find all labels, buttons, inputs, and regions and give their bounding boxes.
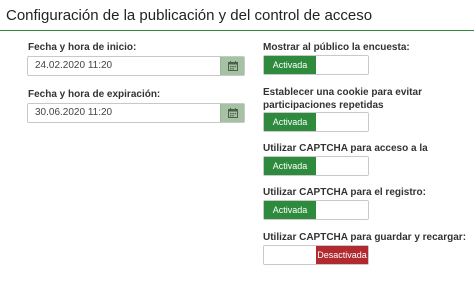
toggle-state[interactable]: Activada	[264, 113, 316, 131]
toggle-handle[interactable]	[316, 113, 368, 131]
captcha-save-label: Utilizar CAPTCHA para guardar y recargar…	[263, 232, 467, 243]
title-divider	[0, 30, 474, 31]
start-date-value[interactable]: 24.02.2020 11:20	[28, 57, 220, 75]
captcha-save-toggle[interactable]: Desactivada	[263, 245, 369, 265]
toggle-state[interactable]: Activada	[264, 157, 316, 175]
cookie-label: Establecer una cookie para evitar partic…	[263, 87, 422, 111]
calendar-icon	[227, 61, 238, 71]
end-date-field[interactable]: 30.06.2020 11:20	[27, 103, 245, 123]
toggle-state[interactable]: Activada	[264, 201, 316, 219]
end-date-label: Fecha y hora de expiración:	[28, 89, 161, 100]
toggle-handle[interactable]	[316, 56, 368, 74]
public-survey-toggle[interactable]: Activada	[263, 55, 369, 75]
toggle-handle[interactable]	[316, 201, 368, 219]
start-date-calendar-button[interactable]	[220, 57, 244, 75]
end-date-calendar-button[interactable]	[220, 104, 244, 122]
captcha-access-toggle[interactable]: Activada	[263, 156, 369, 176]
start-date-field[interactable]: 24.02.2020 11:20	[27, 56, 245, 76]
captcha-registration-label: Utilizar CAPTCHA para el registro:	[263, 187, 426, 198]
public-survey-label: Mostrar al público la encuesta:	[263, 42, 410, 53]
calendar-icon	[227, 108, 238, 118]
toggle-state[interactable]: Activada	[264, 56, 316, 74]
toggle-handle[interactable]	[316, 157, 368, 175]
start-date-label: Fecha y hora de inicio:	[28, 42, 137, 53]
end-date-value[interactable]: 30.06.2020 11:20	[28, 104, 220, 122]
toggle-state[interactable]: Desactivada	[316, 246, 368, 264]
captcha-registration-toggle[interactable]: Activada	[263, 200, 369, 220]
toggle-handle[interactable]	[264, 246, 316, 264]
panel-title: Configuración de la publicación y del co…	[6, 7, 373, 24]
cookie-toggle[interactable]: Activada	[263, 112, 369, 132]
